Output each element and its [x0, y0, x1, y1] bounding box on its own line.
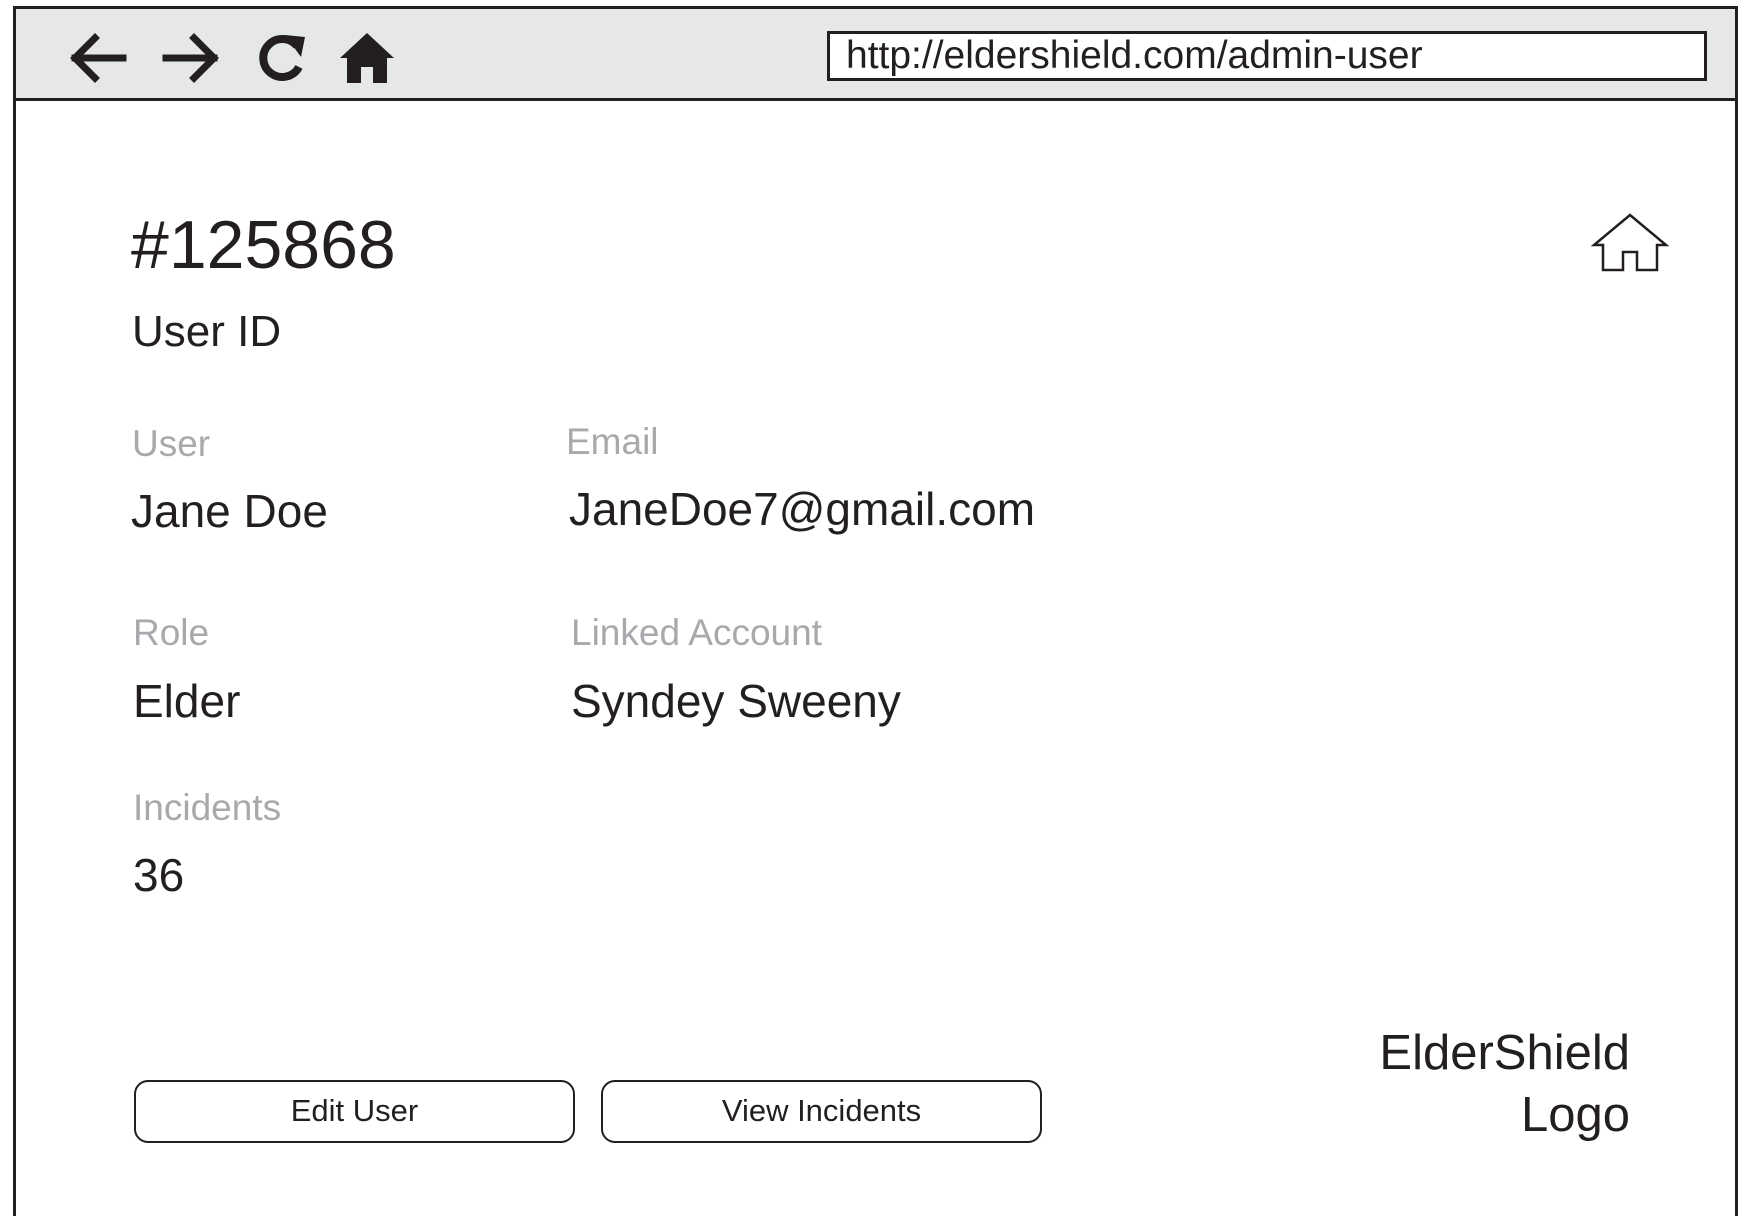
browser-toolbar: http://eldershield.com/admin-user [16, 9, 1735, 101]
linked-account-value: Syndey Sweeny [571, 675, 901, 727]
arrow-right-icon [162, 33, 219, 83]
url-bar[interactable]: http://eldershield.com/admin-user [827, 31, 1707, 81]
email-value: JaneDoe7@gmail.com [569, 483, 1036, 535]
user-id-label: User ID [132, 307, 282, 356]
reload-button[interactable] [251, 27, 313, 89]
back-button[interactable] [66, 27, 128, 89]
user-value: Jane Doe [131, 485, 328, 537]
user-label: User [132, 423, 211, 464]
edit-user-button[interactable]: Edit User [134, 1080, 575, 1143]
browser-home-button[interactable] [336, 27, 398, 89]
linked-account-label: Linked Account [571, 612, 822, 653]
home-button[interactable] [1590, 212, 1670, 274]
reload-icon [259, 35, 305, 81]
eldershield-logo: ElderShield Logo [1379, 1022, 1630, 1146]
browser-window: http://eldershield.com/admin-user #12586… [13, 6, 1738, 1216]
home-outline-icon [1590, 213, 1670, 272]
logo-line-1: ElderShield [1379, 1026, 1630, 1080]
arrow-left-icon [70, 33, 127, 83]
role-value: Elder [133, 675, 241, 727]
logo-line-2: Logo [1520, 1088, 1630, 1142]
incidents-label: Incidents [133, 787, 282, 828]
email-label: Email [566, 421, 659, 462]
home-filled-icon [340, 33, 394, 83]
forward-button[interactable] [161, 27, 223, 89]
incidents-value: 36 [133, 849, 185, 901]
role-label: Role [133, 612, 210, 653]
user-id-value: #125868 [131, 207, 396, 283]
view-incidents-button[interactable]: View Incidents [601, 1080, 1042, 1143]
